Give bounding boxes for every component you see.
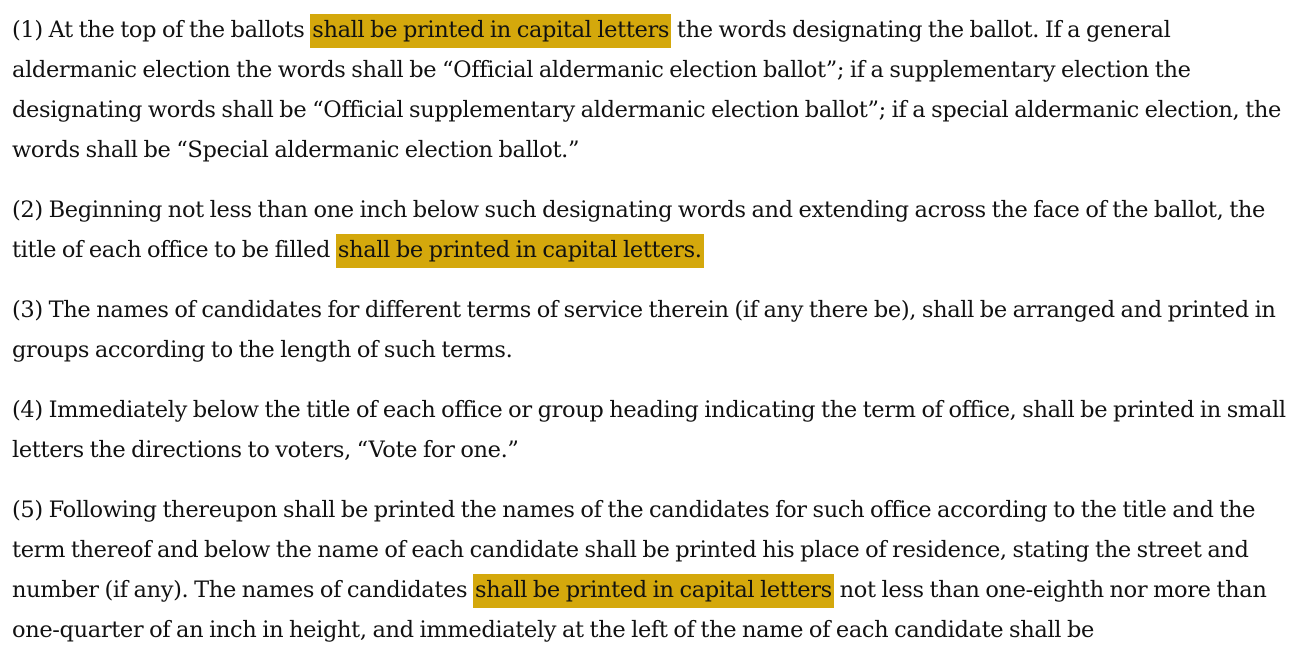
paragraph-2: (2) Beginning not less than one inch bel… <box>12 190 1294 270</box>
highlighted-phrase: shall be printed in capital letters <box>472 574 834 608</box>
paragraph-1-text: (1) At the top of the ballots <box>12 17 311 43</box>
highlighted-phrase: shall be printed in capital letters <box>310 14 672 48</box>
paragraph-3-text: (3) The names of candidates for differen… <box>12 297 1276 363</box>
paragraph-5: (5) Following thereupon shall be printed… <box>12 490 1294 650</box>
document-body: (1) At the top of the ballots shall be p… <box>12 10 1294 670</box>
paragraph-3: (3) The names of candidates for differen… <box>12 290 1294 370</box>
paragraph-4: (4) Immediately below the title of each … <box>12 390 1294 470</box>
paragraph-4-text: (4) Immediately below the title of each … <box>12 397 1286 463</box>
highlighted-phrase: shall be printed in capital letters. <box>335 234 704 268</box>
document-page: { "colors": { "highlight": "#d4a80c", "t… <box>0 0 1300 656</box>
paragraph-1: (1) At the top of the ballots shall be p… <box>12 10 1294 170</box>
